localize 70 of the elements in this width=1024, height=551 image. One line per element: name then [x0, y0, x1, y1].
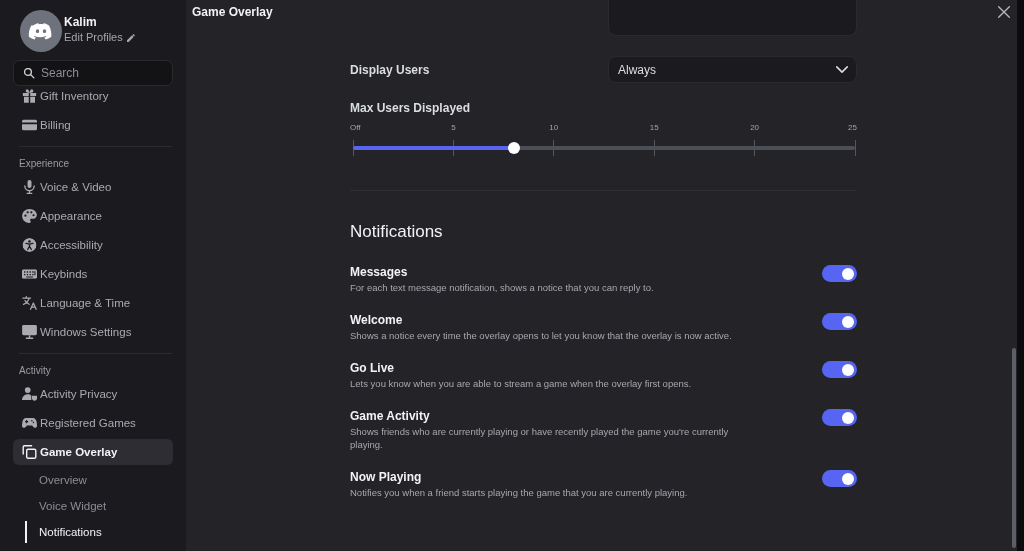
slider-tick [352, 140, 354, 156]
sidebar-item[interactable]: Registered Games [13, 410, 173, 436]
slider-tick-label: Off [350, 123, 361, 132]
toggle-switch[interactable] [822, 265, 857, 282]
setting-description: Shows friends who are currently playing or have recently played the game you're currently playing. [350, 425, 730, 451]
overlapping-squares-icon [22, 445, 37, 459]
scrollbar-thumb[interactable] [1012, 348, 1016, 548]
translate-icon [22, 296, 37, 310]
sidebar-item[interactable]: Game Overlay [13, 439, 173, 465]
setting-title: Game Activity [350, 409, 430, 423]
setting-description: Shows a notice every time the overlay opens to let you know that the overlay is now active. [350, 329, 733, 342]
toggle-switch[interactable] [822, 313, 857, 330]
setting-label: Display Users [350, 62, 430, 77]
sidebar-item[interactable]: Billing [13, 112, 173, 138]
slider-tick [553, 140, 555, 156]
sidebar-item[interactable]: Keybinds [13, 261, 173, 287]
page-title: Game Overlay [191, 4, 273, 19]
slider-tick-label: 15 [649, 123, 659, 132]
gift-icon [22, 89, 37, 103]
section-header: Activity [18, 364, 52, 378]
microphone-icon [22, 180, 37, 194]
close-icon [998, 6, 1010, 18]
gamepad-icon [22, 416, 37, 430]
slider-track[interactable] [353, 142, 855, 154]
sidebar-item[interactable]: Activity Privacy [13, 381, 173, 407]
search-field[interactable]: Search [13, 60, 173, 86]
section-header: Experience [18, 157, 71, 171]
toggle-switch[interactable] [822, 470, 857, 487]
sidebar-subitem[interactable]: Notifications [25, 521, 102, 543]
sidebar-item[interactable]: Appearance [13, 203, 173, 229]
close-button[interactable] [998, 6, 1010, 18]
dropdown[interactable]: Always [608, 56, 857, 83]
setting-description: For each text message notification, shows a notice that you can reply to. [350, 281, 655, 294]
slider-tick-label: 10 [549, 123, 559, 132]
search-icon [24, 67, 35, 79]
username: Kalim [64, 15, 97, 29]
card-icon [22, 118, 37, 132]
slider-handle[interactable] [507, 142, 520, 154]
slider-tick [653, 140, 655, 156]
setting-title: Go Live [350, 361, 394, 375]
toggle-switch[interactable] [822, 409, 857, 426]
sidebar-item[interactable]: Voice & Video [13, 174, 173, 200]
setting-title: Messages [350, 265, 408, 279]
sidebar-item[interactable]: Gift Inventory [13, 86, 173, 109]
slider-tick [754, 140, 756, 156]
slider-tick-label: 20 [750, 123, 760, 132]
sidebar-item[interactable]: Windows Settings [13, 319, 173, 345]
person-icon [22, 387, 37, 401]
accessibility-icon [22, 238, 37, 252]
edit-profiles-link[interactable]: Edit Profiles [64, 31, 135, 44]
keyboard-icon [22, 267, 37, 281]
setting-title: Welcome [350, 313, 403, 327]
setting-description: Notifies you when a friend starts playing the game that you are currently playing. [350, 486, 689, 499]
palette-icon [22, 209, 37, 223]
slider-tick-label: 25 [848, 123, 857, 132]
sidebar-item[interactable]: Accessibility [13, 232, 173, 258]
sidebar-item[interactable]: Language & Time [13, 290, 173, 316]
setting-description: Lets you know when you are able to stream a game when the overlay first opens. [350, 377, 693, 390]
section-title: Notifications [350, 222, 443, 242]
slider-tick [854, 140, 856, 156]
monitor-icon [22, 325, 37, 339]
pencil-icon [126, 33, 135, 42]
sidebar-subitem[interactable]: Voice Widget [25, 495, 107, 517]
chevron-down-icon [836, 66, 848, 73]
setting-title: Now Playing [350, 470, 422, 484]
slider-tick-label: 5 [451, 123, 456, 132]
sidebar-subitem[interactable]: Overview [25, 469, 87, 491]
toggle-switch[interactable] [822, 361, 857, 378]
setting-label: Max Users Displayed [350, 101, 471, 115]
avatar-icon [20, 10, 62, 52]
